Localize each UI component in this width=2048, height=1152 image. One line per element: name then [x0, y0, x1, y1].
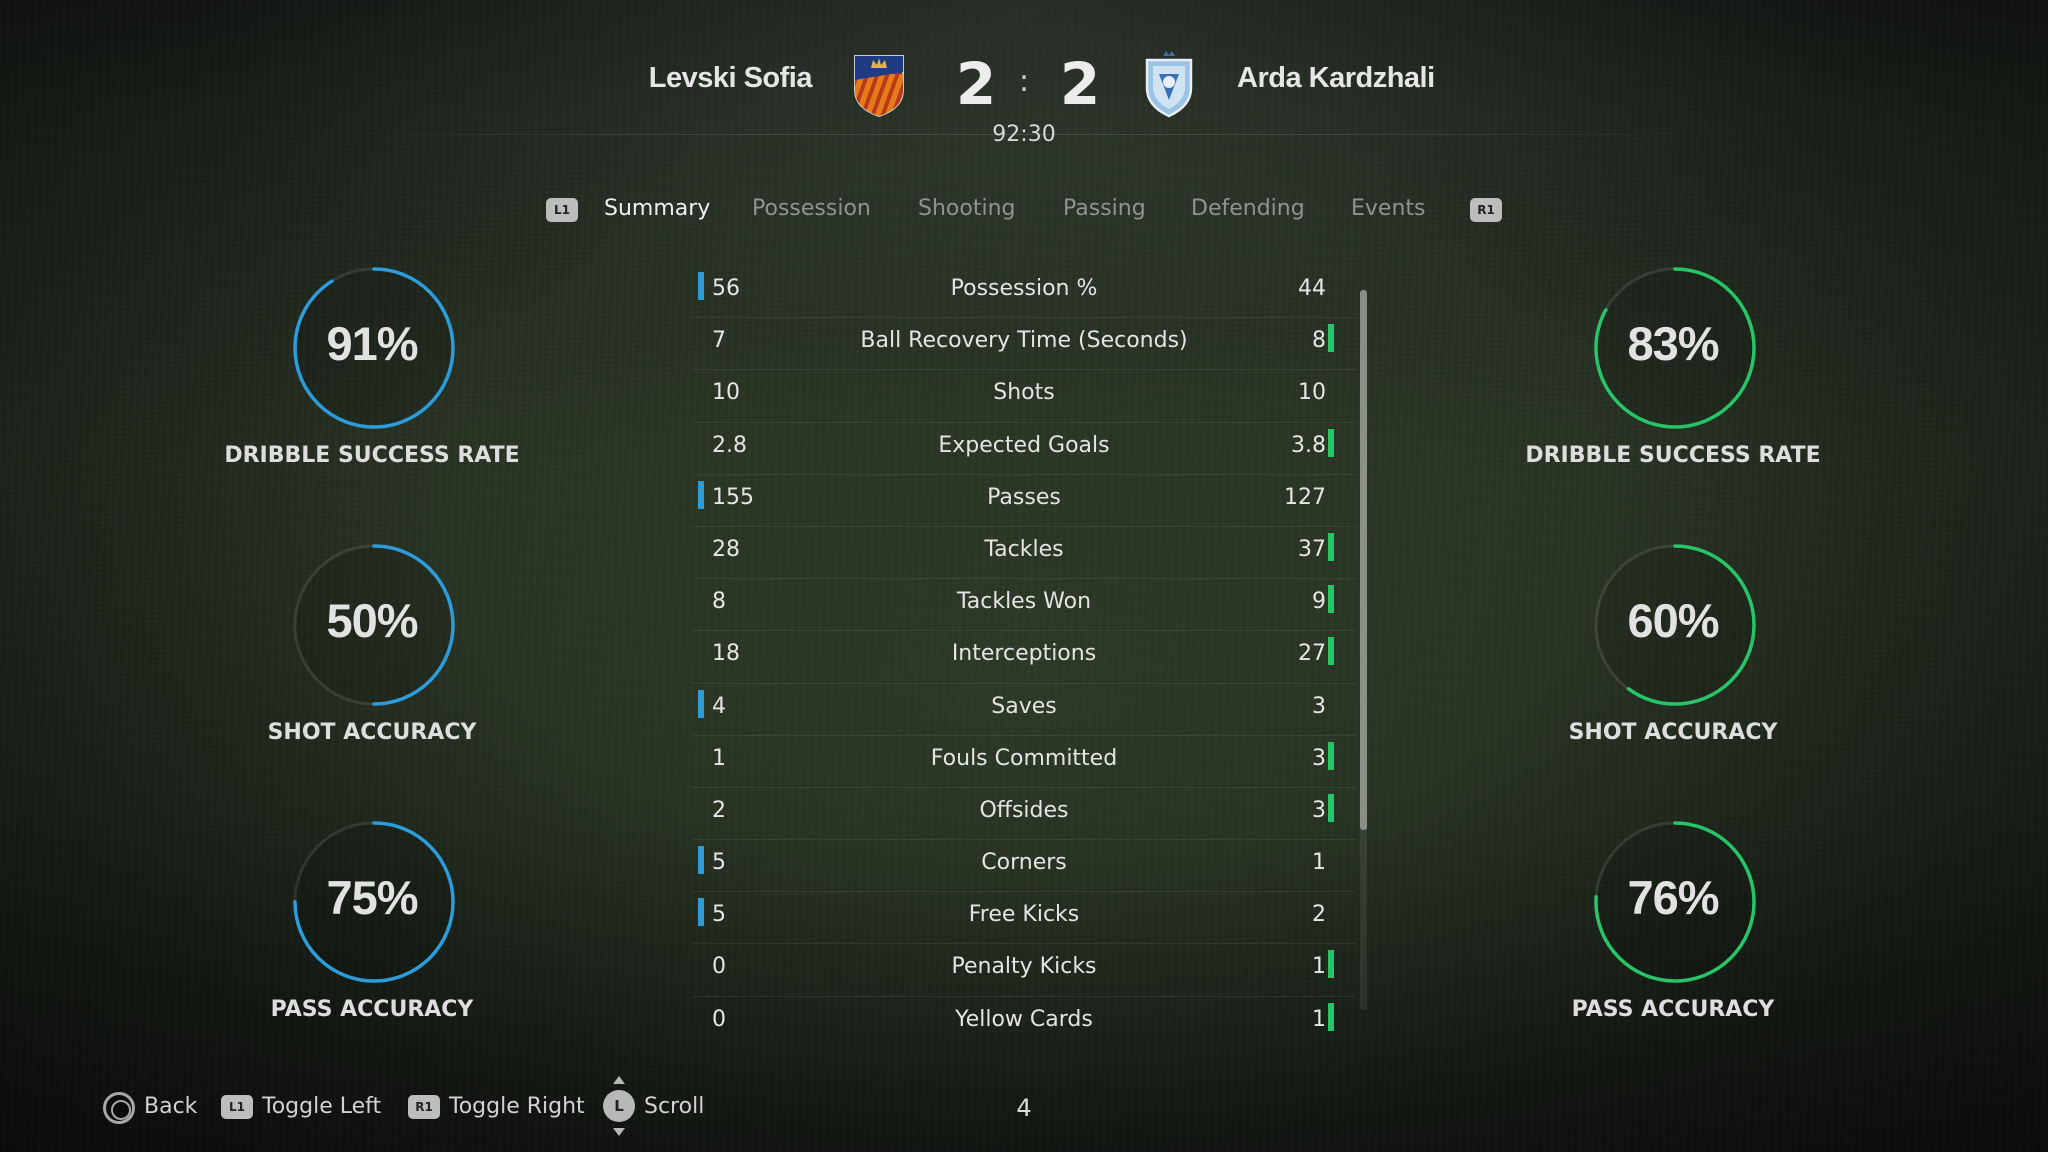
page-number: 4: [1016, 1094, 1032, 1122]
away-stat-value: 27: [1298, 641, 1326, 667]
tab-passing[interactable]: Passing: [1063, 196, 1146, 221]
away-stat-value: 1: [1312, 850, 1326, 876]
match-stats-table[interactable]: 56 Possession % 44 7 Ball Recovery Time (Sec…: [692, 266, 1356, 1049]
ring-value: 91%: [326, 317, 418, 370]
stats-scrollbar[interactable]: [1360, 290, 1367, 1010]
ring-value: 83%: [1627, 317, 1719, 370]
stat-label: Yellow Cards: [955, 1006, 1093, 1032]
ring-value: 76%: [1627, 871, 1719, 924]
stat-label: Tackles Won: [956, 589, 1092, 615]
away-stat-value: 44: [1298, 276, 1326, 301]
ring-value: 75%: [326, 871, 418, 924]
away-stat-value: 1: [1312, 954, 1326, 980]
stat-label: Ball Recovery Time (Seconds): [860, 328, 1188, 354]
home-shot-accuracy-ring: 50% SHOT ACCURACY: [207, 543, 537, 783]
tab-events[interactable]: Events: [1351, 196, 1426, 221]
stat-label: Saves: [991, 693, 1057, 719]
stat-label: Tackles: [984, 536, 1064, 562]
stat-row: 56 Possession % 44: [692, 266, 1356, 319]
stat-row: 0 Penalty Kicks 1: [692, 944, 1356, 997]
away-stat-value: 10: [1298, 380, 1326, 406]
stat-label: Penalty Kicks: [951, 954, 1097, 980]
home-team-name: Levski Sofia: [648, 62, 813, 94]
stat-row: 8 Tackles Won 9: [692, 579, 1356, 632]
r1-button-icon[interactable]: R1: [1470, 198, 1502, 222]
stats-scrollbar-thumb[interactable]: [1360, 290, 1367, 830]
stat-label: Fouls Committed: [930, 745, 1118, 771]
away-stat-value: 2: [1312, 902, 1326, 928]
stat-label: Passes: [987, 484, 1061, 510]
stat-row: 28 Tackles 37: [692, 527, 1356, 580]
ring-value: 60%: [1627, 594, 1719, 647]
stat-label: Expected Goals: [938, 432, 1110, 458]
ring-label: PASS ACCURACY: [270, 997, 474, 1022]
tab-summary[interactable]: Summary: [604, 196, 710, 221]
scroll-up-arrow-icon: [613, 1076, 625, 1084]
stat-label: Possession %: [950, 276, 1098, 301]
tab-possession[interactable]: Possession: [752, 196, 871, 221]
l1-button-icon[interactable]: L1: [546, 198, 578, 222]
ring-label: PASS ACCURACY: [1571, 997, 1775, 1022]
away-stat-value: 8: [1312, 328, 1326, 354]
away-shot-accuracy-ring: 60% SHOT ACCURACY: [1508, 543, 1838, 783]
away-dribble-success-ring: 83% DRIBBLE SUCCESS RATE: [1508, 266, 1838, 506]
away-score: 2: [1059, 50, 1101, 118]
stat-row: 2.8 Expected Goals 3.8: [692, 423, 1356, 475]
stat-label: Corners: [981, 850, 1067, 876]
away-pass-accuracy-ring: 76% PASS ACCURACY: [1508, 820, 1838, 1060]
levski-crest-icon: [854, 55, 904, 118]
stat-label: Interceptions: [951, 641, 1097, 667]
away-team-name: Arda Kardzhali: [1237, 62, 1435, 94]
home-dribble-success-ring: 91% DRIBBLE SUCCESS RATE: [207, 266, 537, 506]
stat-row: 1 Fouls Committed 3: [692, 736, 1356, 788]
away-stat-value: 3: [1312, 745, 1326, 771]
stat-row: 2 Offsides 3: [692, 788, 1356, 841]
tab-shooting[interactable]: Shooting: [918, 196, 1015, 221]
ring-label: DRIBBLE SUCCESS RATE: [224, 443, 520, 468]
scroll-down-arrow-icon: [613, 1128, 625, 1136]
away-stat-value: 3.8: [1291, 432, 1326, 458]
stat-row: 10 Shots 10: [692, 370, 1356, 423]
ring-value: 50%: [326, 594, 418, 647]
stat-row: 5 Free Kicks 2: [692, 892, 1356, 945]
tab-defending[interactable]: Defending: [1191, 196, 1305, 221]
stat-row: 4 Saves 3: [692, 684, 1356, 736]
away-stat-value: 3: [1312, 693, 1326, 719]
stat-row: 18 Interceptions 27: [692, 631, 1356, 684]
away-stat-value: 127: [1284, 484, 1326, 510]
stat-row: 7 Ball Recovery Time (Seconds) 8: [692, 318, 1356, 371]
header-divider: [300, 134, 1748, 135]
ring-label: DRIBBLE SUCCESS RATE: [1525, 443, 1821, 468]
stat-label: Shots: [993, 380, 1055, 406]
ring-label: SHOT ACCURACY: [1568, 720, 1778, 745]
arda-crest-icon: [1145, 51, 1193, 118]
home-score: 2: [955, 50, 997, 118]
score-separator: :: [1018, 64, 1030, 99]
away-stat-value: 3: [1312, 797, 1326, 823]
ring-label: SHOT ACCURACY: [267, 720, 477, 745]
away-stat-value: 1: [1312, 1006, 1326, 1032]
stat-row: 155 Passes 127: [692, 475, 1356, 527]
stat-label: Free Kicks: [968, 902, 1080, 928]
away-stat-value: 37: [1298, 536, 1326, 562]
stats-tab-bar: L1 Summary Possession Shooting Passing D…: [0, 196, 2048, 230]
stat-row: 0 Yellow Cards 1: [692, 997, 1356, 1049]
away-stat-value: 9: [1312, 589, 1326, 615]
home-pass-accuracy-ring: 75% PASS ACCURACY: [207, 820, 537, 1060]
stat-row: 5 Corners 1: [692, 840, 1356, 893]
stat-label: Offsides: [979, 797, 1069, 823]
